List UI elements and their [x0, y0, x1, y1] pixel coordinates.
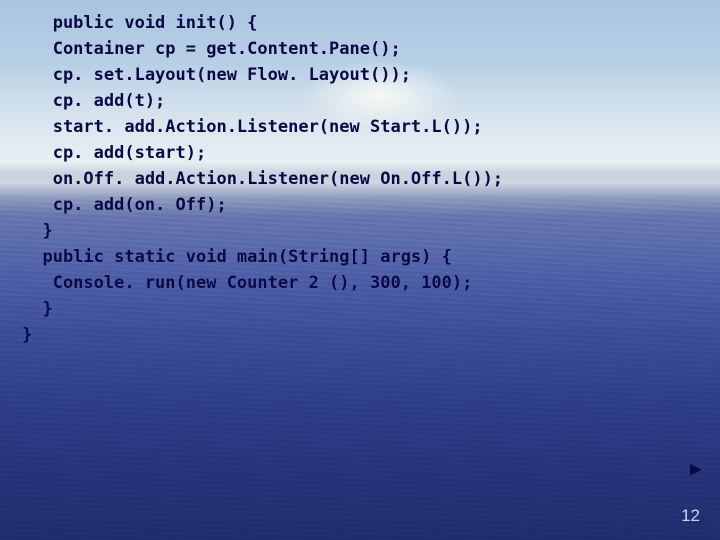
next-slide-button[interactable]: ▶ — [690, 456, 702, 482]
code-block: public void init() { Container cp = get.… — [22, 10, 700, 348]
play-icon: ▶ — [690, 459, 702, 482]
page-number: 12 — [681, 506, 700, 526]
